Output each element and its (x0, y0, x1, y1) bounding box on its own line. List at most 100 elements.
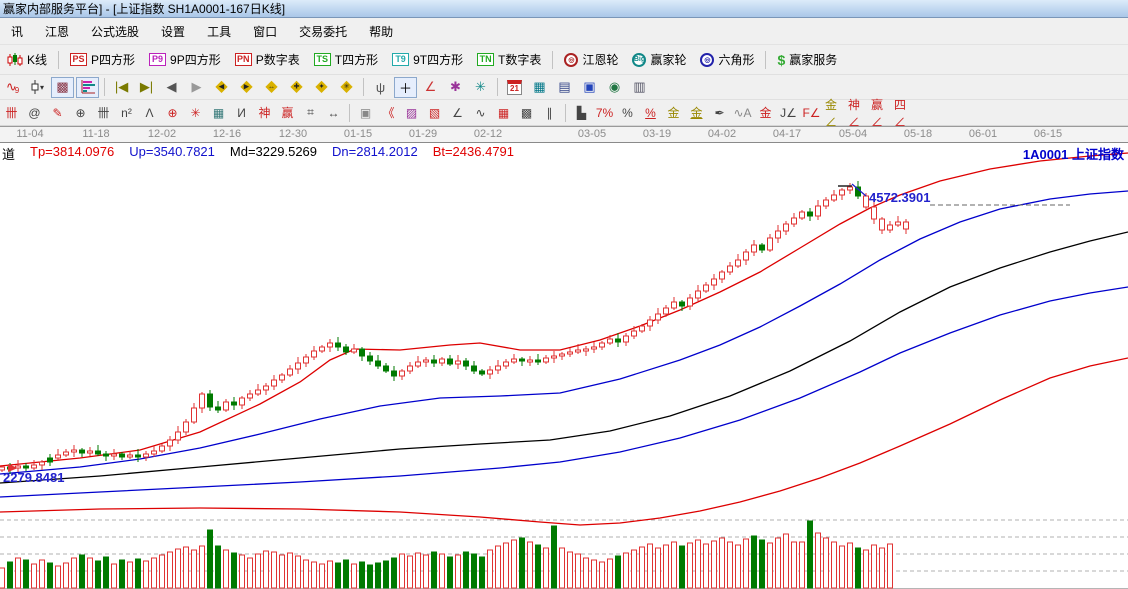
pattern-tool-icon[interactable]: ▩ (51, 77, 74, 98)
title-bar[interactable]: 赢家内部服务平台] - [上证指数 SH1A0001-167日K线] (0, 0, 1128, 18)
calendar-icon[interactable]: 21 (503, 77, 526, 98)
radial-grid-icon[interactable]: ▦ (208, 102, 229, 123)
grid-target-red-icon[interactable]: ▦ (493, 102, 514, 123)
width-arrow-icon[interactable]: ↔ (323, 102, 344, 123)
circle-ticks-icon[interactable]: ⊕ (70, 102, 91, 123)
9t-square-button-icon: T9 (392, 53, 409, 66)
radial-star-icon[interactable]: ✳ (185, 102, 206, 123)
volume-bar (792, 542, 797, 588)
j-angle-icon[interactable]: J∠ (778, 102, 799, 123)
notes-icon[interactable]: ▤ (553, 77, 576, 98)
menu-item-6[interactable]: 交易委托 (288, 18, 358, 44)
zoom-out-diamond-icon[interactable]: ◆✚ (285, 77, 308, 98)
angle-lines-icon[interactable]: Λ (139, 102, 160, 123)
pan-right-diamond-icon[interactable]: ◆▶ (235, 77, 258, 98)
candle-body (320, 347, 325, 351)
zigzag-chart-icon[interactable]: ∿9 (1, 77, 24, 98)
angle-fan-icon[interactable]: ∠ (447, 102, 468, 123)
p-square-button[interactable]: PSP四方形 (63, 48, 142, 72)
gann-wheel-button[interactable]: ◎江恩轮 (557, 48, 625, 72)
fan-lines-icon[interactable]: 《 (378, 102, 399, 123)
menu-item-1[interactable]: 江恩 (34, 18, 80, 44)
step-back-icon[interactable]: ◀ (160, 77, 183, 98)
save-icon[interactable]: ▣ (578, 77, 601, 98)
zoom-in-diamond-icon[interactable]: ◆✦ (310, 77, 333, 98)
indicator-name: 道 (2, 144, 15, 163)
kline-button[interactable]: K线 (0, 48, 54, 72)
volume-bar (0, 568, 5, 588)
shen-angle-icon[interactable]: 神∠ (847, 102, 868, 123)
9t-square-button[interactable]: T99T四方形 (385, 48, 470, 72)
9p-square-button[interactable]: P99P四方形 (142, 48, 228, 72)
volume-bar (192, 550, 197, 588)
percent-icon[interactable]: % (617, 102, 638, 123)
gold-angle-icon[interactable]: 金∠ (824, 102, 845, 123)
fan-box-purple-icon[interactable]: ▨ (401, 102, 422, 123)
menu-item-3[interactable]: 设置 (150, 18, 196, 44)
f-angle-icon[interactable]: F∠ (801, 102, 822, 123)
calculator-icon[interactable]: ▦ (528, 77, 551, 98)
grid-target-icon[interactable]: ▩ (516, 102, 537, 123)
ying-box-icon[interactable]: 赢 (277, 102, 298, 123)
gold-lines-icon[interactable]: 金 (686, 102, 707, 123)
fan-box-red-icon[interactable]: ▧ (424, 102, 445, 123)
gann-tool-purple-icon[interactable]: ✱ (444, 77, 467, 98)
volume-bar (80, 555, 85, 588)
wave-mark-icon[interactable]: И (231, 102, 252, 123)
kline-chart[interactable]: 4572.39012279.8481 (0, 143, 1128, 589)
t-number-table-button[interactable]: TNT数字表 (470, 48, 548, 72)
grid-123-icon[interactable]: ⌗ (300, 102, 321, 123)
p-number-table-button[interactable]: PNP数字表 (228, 48, 307, 72)
candle-style-dropdown[interactable]: ▾ (26, 77, 49, 98)
winner-service-button[interactable]: $赢家服务 (770, 48, 844, 72)
angle-measure-icon[interactable]: ∠ (419, 77, 442, 98)
wave-check-icon[interactable]: ∿ (470, 102, 491, 123)
ying-angle-icon[interactable]: 赢∠ (870, 102, 891, 123)
gold-circle-icon[interactable]: 金 (663, 102, 684, 123)
stats-bars-icon[interactable]: ▙ (571, 102, 592, 123)
go-last-icon[interactable]: ▶| (135, 77, 158, 98)
gold-red-icon[interactable]: 金 (755, 102, 776, 123)
web-export-icon[interactable]: ◉ (603, 77, 626, 98)
go-first-icon[interactable]: |◀ (110, 77, 133, 98)
print-icon[interactable]: ▥ (628, 77, 651, 98)
pan-left-diamond-icon[interactable]: ◆◀ (210, 77, 233, 98)
t-square-button[interactable]: TST四方形 (307, 48, 385, 72)
red-crosshair-circle-icon[interactable]: ⊕ (162, 102, 183, 123)
toolbar-divider (363, 78, 364, 96)
shen-ticks-icon[interactable]: 神 (254, 102, 275, 123)
menu-item-2[interactable]: 公式选股 (80, 18, 150, 44)
gann-tool-teal-icon[interactable]: ✳ (469, 77, 492, 98)
winner-wheel-button-label: 赢家轮 (650, 51, 686, 68)
brush-pole-icon[interactable]: ✒ (709, 102, 730, 123)
tick-marks-plus-icon[interactable]: 卌 (1, 102, 22, 123)
spiral-icon[interactable]: @ (24, 102, 45, 123)
percent-line-icon[interactable]: % (640, 102, 661, 123)
hexagon-button[interactable]: ◎六角形 (693, 48, 761, 72)
fit-view-diamond-icon[interactable]: ◆✳ (335, 77, 358, 98)
menu-item-7[interactable]: 帮助 (358, 18, 404, 44)
crosshair-icon[interactable]: ＋ (394, 77, 417, 98)
expand-horizontal-diamond-icon[interactable]: ◆↔ (260, 77, 283, 98)
wave-a-icon[interactable]: ∿A (732, 102, 753, 123)
step-forward-icon[interactable]: ▶ (185, 77, 208, 98)
hand-pan-icon[interactable]: ψ (369, 77, 392, 98)
tick-marks-icon[interactable]: 卌 (93, 102, 114, 123)
volume-bar (336, 563, 341, 588)
four-angle-icon[interactable]: 四∠ (893, 102, 914, 123)
chart-area[interactable]: 4572.39012279.8481 道Tp=3814.0976Up=3540.… (0, 143, 1128, 589)
percent-slash-icon[interactable]: 7% (594, 102, 615, 123)
parallel-lines-icon[interactable]: ∥ (539, 102, 560, 123)
pen-tool-icon[interactable]: ✎ (47, 102, 68, 123)
histogram-tool-icon[interactable] (76, 77, 99, 98)
menu-item-0[interactable]: 讯 (0, 18, 34, 44)
rect-handles-icon[interactable]: ▣ (355, 102, 376, 123)
winner-wheel-button[interactable]: Big赢家轮 (625, 48, 693, 72)
candle-body (88, 451, 93, 453)
n-squared-icon[interactable]: n² (116, 102, 137, 123)
toolbar-navigation: ∿9▾▩ |◀▶|◀▶◆◀◆▶◆↔◆✚◆✦◆✳ ψ＋∠✱✳ 21▦▤▣◉▥ (0, 75, 1128, 100)
t-number-table-button-icon: TN (477, 53, 494, 66)
date-label: 05-18 (904, 128, 932, 140)
menu-item-5[interactable]: 窗口 (242, 18, 288, 44)
menu-item-4[interactable]: 工具 (196, 18, 242, 44)
